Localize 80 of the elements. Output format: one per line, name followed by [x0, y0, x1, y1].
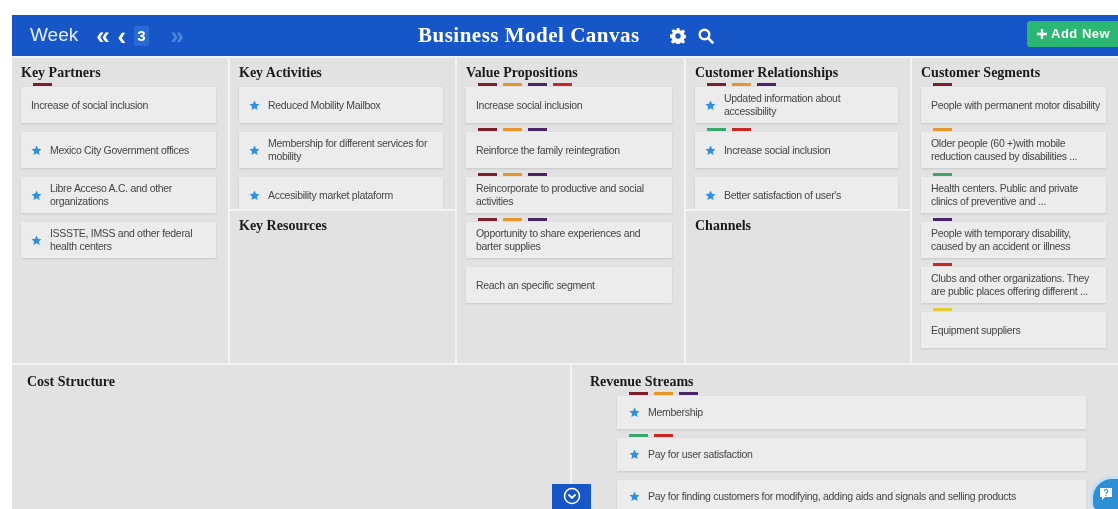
canvas-card[interactable]: Reincorporate to productive and social activities — [466, 177, 672, 213]
canvas-card[interactable]: Membership for different services for mobility — [239, 132, 443, 168]
star-icon[interactable] — [31, 234, 42, 246]
canvas-card[interactable]: People with permanent motor disability — [921, 87, 1106, 123]
canvas-card[interactable]: Reach an specific segment — [466, 267, 672, 303]
star-icon[interactable] — [249, 144, 260, 156]
canvas-card[interactable]: ISSSTE, IMSS and other federal health centers — [21, 222, 216, 258]
card-text: Older people (60 +)with mobile reduction caused by disabilities ... — [931, 137, 1079, 163]
card-text: Accesibility market plataform — [268, 188, 393, 202]
chevron-down-icon — [562, 487, 581, 505]
canvas-card[interactable]: Libre Acceso A.C. and other organizations — [21, 177, 216, 213]
card-text: Increase of social inclusion — [31, 98, 149, 112]
star-icon[interactable] — [629, 407, 640, 418]
search-icon[interactable] — [697, 27, 714, 44]
section-title: Customer Relationships — [695, 64, 840, 82]
card-text: Increase social inclusion — [724, 143, 831, 157]
canvas-card[interactable]: Increase social inclusion — [695, 132, 898, 168]
star-icon[interactable] — [31, 189, 42, 201]
card-text: Reduced Mobility Mailbox — [268, 98, 381, 112]
first-week-button[interactable]: « — [96, 25, 110, 46]
section-title: Cost Structure — [27, 373, 116, 391]
canvas-card[interactable]: Clubs and other organizations. They are public places offering different ... — [921, 267, 1106, 303]
canvas-card[interactable]: Pay for finding customers for modifying, adding aids and signals and selling products — [617, 480, 1086, 509]
star-icon[interactable] — [705, 99, 716, 111]
canvas-card[interactable]: Reduced Mobility Mailbox — [239, 87, 443, 123]
canvas-card[interactable]: Opportunity to share experiences and barter supplies — [466, 222, 672, 258]
canvas-card[interactable]: Health centers. Public and private clinics of preventive and ... — [921, 177, 1106, 213]
settings-icon[interactable] — [669, 27, 686, 44]
canvas-card[interactable]: Better satisfaction of user's — [695, 177, 898, 209]
card-text: People with permanent motor disability — [931, 98, 1100, 112]
card-text: Health centers. Public and private clinics of preventive and ... — [931, 182, 1079, 208]
current-week-number[interactable]: 3 — [134, 25, 149, 46]
card-text: Clubs and other organizations. They are public places offering different ... — [931, 272, 1090, 298]
canvas-card[interactable]: Pay for user satisfaction — [617, 438, 1086, 471]
star-icon[interactable] — [629, 449, 640, 460]
plus-icon — [1037, 29, 1047, 39]
card-text: Pay for user satisfaction — [648, 448, 753, 461]
card-text: People with temporary disability, caused by an accident or illness — [931, 227, 1072, 253]
card-text: Reincorporate to productive and social activities — [476, 182, 645, 208]
canvas-card[interactable]: Increase of social inclusion — [21, 87, 216, 123]
star-icon[interactable] — [629, 491, 640, 502]
card-text: Equipment suppliers — [931, 323, 1021, 337]
section-title: Value Propositions — [466, 64, 579, 82]
canvas-card[interactable]: Older people (60 +)with mobile reduction caused by disabilities ... — [921, 132, 1106, 168]
card-text: Reinforce the family reintegration — [476, 143, 620, 157]
canvas-card[interactable]: Accesibility market plataform — [239, 177, 443, 209]
canvas-card[interactable]: Mexico City Government offices — [21, 132, 216, 168]
question-bubble-icon — [1099, 487, 1113, 501]
star-icon[interactable] — [249, 189, 260, 201]
card-text: Membership — [648, 406, 703, 419]
section-title: Customer Segments — [921, 64, 1042, 82]
card-text: Opportunity to share experiences and barter supplies — [476, 227, 642, 253]
card-text: Increase social inclusion — [476, 98, 583, 112]
period-label: Week — [30, 23, 79, 48]
card-text: Mexico City Government offices — [50, 143, 190, 157]
card-text: Membership for different services for mobility — [268, 137, 429, 163]
card-text: Pay for finding customers for modifying, adding aids and signals and selling products — [648, 490, 1016, 503]
canvas-card[interactable]: Membership — [617, 396, 1086, 429]
previous-week-button[interactable]: ‹ — [117, 25, 127, 46]
canvas-card[interactable]: Reinforce the family reintegration — [466, 132, 672, 168]
card-text: Libre Acceso A.C. and other organizations — [50, 182, 174, 208]
card-text: Better satisfaction of user's — [724, 188, 842, 202]
section-title: Key Activities — [239, 64, 323, 82]
card-text: Updated information about accessibility — [724, 92, 842, 118]
section-title: Revenue Streams — [590, 373, 695, 391]
star-icon[interactable] — [31, 144, 42, 156]
canvas-card[interactable]: Updated information about accessibility — [695, 87, 898, 123]
canvas-card[interactable]: Equipment suppliers — [921, 312, 1106, 348]
scroll-down-button[interactable] — [552, 484, 591, 509]
section-title: Key Partners — [21, 64, 102, 82]
canvas-title: Business Model Canvas — [418, 21, 640, 49]
section-title: Channels — [695, 217, 753, 235]
canvas-card[interactable]: Increase social inclusion — [466, 87, 672, 123]
star-icon[interactable] — [705, 189, 716, 201]
star-icon[interactable] — [249, 99, 260, 111]
star-icon[interactable] — [705, 144, 716, 156]
canvas-card[interactable]: People with temporary disability, caused by an accident or illness — [921, 222, 1106, 258]
card-text: Reach an specific segment — [476, 278, 595, 292]
card-text: ISSSTE, IMSS and other federal health centers — [50, 227, 194, 253]
section-title: Key Resources — [239, 217, 328, 235]
